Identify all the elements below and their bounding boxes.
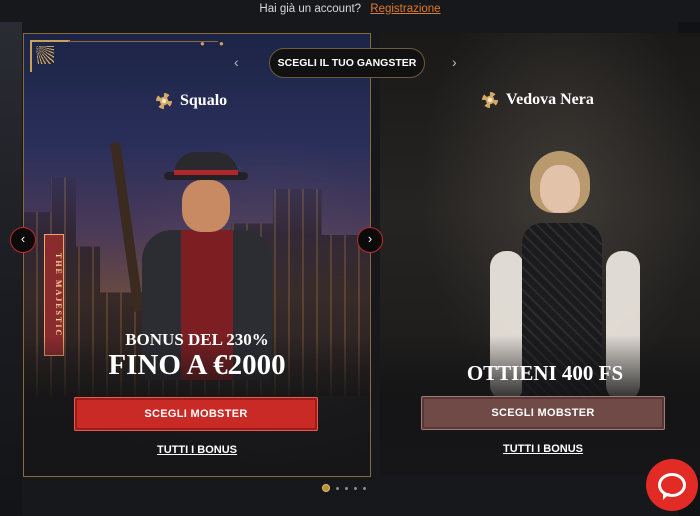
carousel-pagination [322, 484, 366, 492]
character-card-squalo[interactable]: ● ● Squalo THE MAJESTIC BONUS DEL 230% F… [23, 33, 371, 477]
hat-band [174, 170, 238, 175]
pagination-dot[interactable] [354, 486, 357, 490]
free-spins-offer: OTTIENI 400 FS [466, 361, 624, 385]
frame-line [68, 41, 218, 42]
choose-mobster-button[interactable]: SCEGLI MOBSTER [421, 396, 665, 430]
character-card-vedova-nera[interactable]: Vedova Nera OTTIENI 400 FS SCEGLI MOBSTE… [380, 33, 700, 475]
carousel-prev-button[interactable]: ‹ [10, 227, 36, 253]
choose-gangster-label: SCEGLI IL TUO GANGSTER [269, 48, 425, 78]
background-left [0, 22, 22, 516]
chat-icon [658, 473, 686, 497]
bonus-percentage: BONUS DEL 230% [125, 330, 269, 349]
account-prompt: Hai già un account? [259, 3, 362, 15]
all-bonuses-link[interactable]: TUTTI I BONUS [380, 443, 700, 455]
frame-dots: ● ● [200, 39, 230, 48]
pagination-dot[interactable] [336, 486, 339, 490]
character-name-label: Vedova Nera [506, 91, 594, 108]
pagination-dot[interactable] [345, 486, 348, 490]
pagination-dot[interactable] [322, 484, 330, 492]
top-bar: Hai già un account? Registrazione [0, 0, 700, 22]
chevron-right-icon[interactable]: › [452, 54, 457, 70]
choose-mobster-button[interactable]: SCEGLI MOBSTER [74, 397, 318, 431]
pagination-dot[interactable] [363, 486, 366, 490]
character-name: Vedova Nera [482, 91, 594, 109]
all-bonuses-link[interactable]: TUTTI I BONUS [24, 444, 370, 456]
chevron-left-icon[interactable]: ‹ [234, 54, 239, 70]
register-link[interactable]: Registrazione [370, 3, 440, 15]
character-name-label: Squalo [180, 92, 228, 109]
carousel-next-button[interactable]: › [357, 227, 383, 253]
chat-button[interactable] [646, 459, 698, 511]
bonus-amount: FINO A €2000 [108, 349, 286, 381]
art-deco-corner [30, 40, 70, 72]
widow-face [540, 165, 580, 213]
gangster-face [182, 180, 230, 232]
tommy-gun [110, 142, 144, 312]
character-name: Squalo [156, 92, 227, 110]
flower-icon [156, 93, 172, 109]
flower-icon [482, 92, 498, 108]
